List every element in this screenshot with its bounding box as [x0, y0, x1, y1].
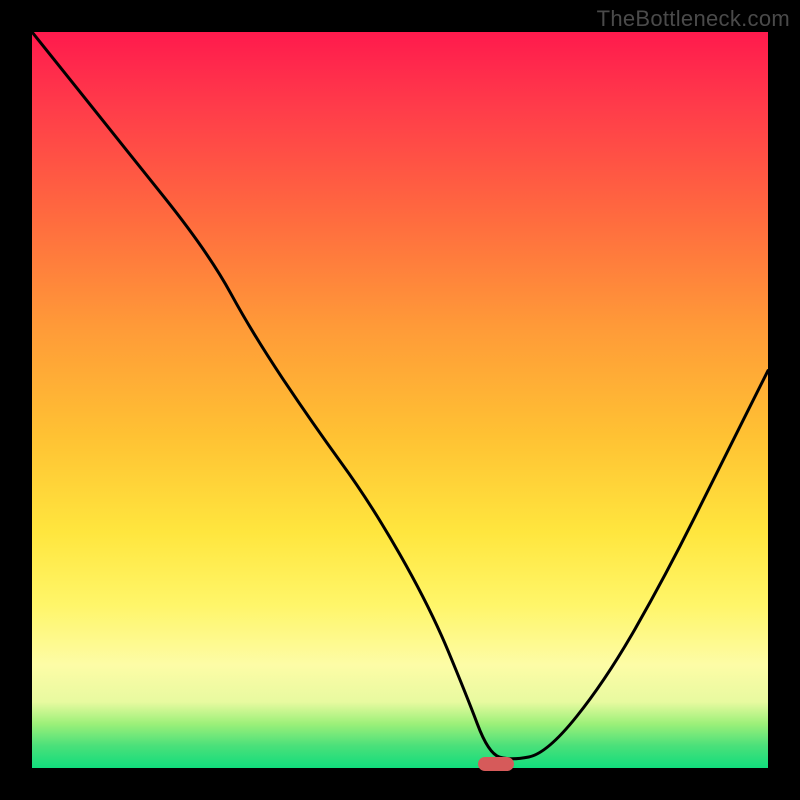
- chart-container: TheBottleneck.com: [0, 0, 800, 800]
- watermark-text: TheBottleneck.com: [597, 6, 790, 32]
- plot-area: [32, 32, 768, 768]
- optimal-marker: [478, 757, 514, 771]
- curve-svg: [32, 32, 768, 768]
- bottleneck-curve: [32, 32, 768, 759]
